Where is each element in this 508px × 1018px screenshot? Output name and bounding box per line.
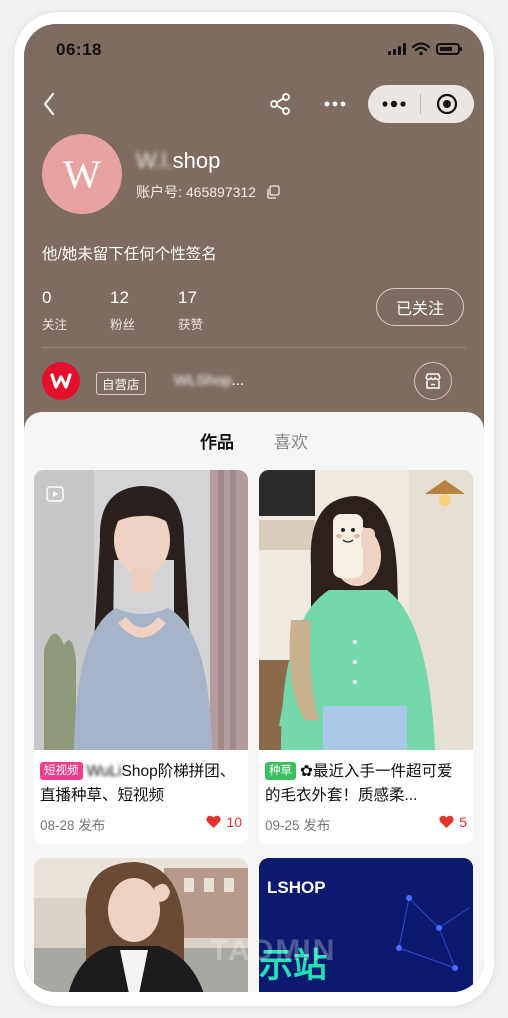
post-photo: [34, 858, 248, 992]
more-icon[interactable]: [322, 94, 348, 114]
post-card[interactable]: [34, 858, 248, 992]
post-photo: [259, 470, 473, 750]
account-label: 账户号:: [136, 184, 182, 200]
heart-icon: [439, 815, 454, 828]
post-meta: 08-28 发布 10: [34, 808, 248, 844]
watermark: TADMIN: [210, 934, 337, 967]
post-tag: 短视频: [40, 762, 83, 780]
copy-icon[interactable]: [266, 185, 280, 199]
stat-fans[interactable]: 12 粉丝: [110, 288, 135, 333]
capsule-more-button[interactable]: [368, 85, 420, 123]
tab-likes[interactable]: 喜欢: [274, 428, 308, 453]
capsule-close-button[interactable]: [421, 85, 473, 123]
post-title-blurred: WuLi: [86, 763, 122, 780]
post-date: 09-25 发布: [265, 818, 331, 833]
heart-icon: [206, 815, 222, 828]
status-icons: [388, 42, 462, 56]
capsule-close-icon: [436, 93, 458, 115]
follow-button[interactable]: 已关注: [376, 288, 464, 326]
stat-following-label: 关注: [42, 318, 68, 332]
bio: 他/她未留下任何个性签名: [42, 246, 217, 263]
account-id: 465897312: [185, 184, 256, 200]
shop-logo-mark: [50, 373, 72, 389]
tab-bar: 作品 喜欢: [24, 428, 484, 452]
avatar[interactable]: W: [42, 134, 122, 214]
post-tag: 种草: [265, 762, 296, 780]
shop-logo[interactable]: [42, 362, 80, 400]
post-caption: 短视频 WuLiShop阶梯拼团、直播种草、短视频: [34, 750, 248, 808]
post-meta: 09-25 发布 5: [259, 808, 473, 844]
stat-fans-label: 粉丝: [110, 318, 136, 332]
banner-text: LSHOP: [267, 878, 326, 897]
account-row: 账户号: 465897312: [136, 182, 280, 202]
stat-fans-value: 12: [110, 288, 129, 307]
username-text: shop: [172, 148, 221, 173]
shop-badge: 自营店: [96, 372, 146, 395]
screen: 06:18 W W.l.shop 账户号: 465897312 他/她未留下任何…: [24, 24, 484, 992]
wifi-icon: [412, 42, 430, 56]
post-date: 08-28 发布: [40, 818, 106, 833]
shop-name[interactable]: WLShop...: [174, 372, 244, 389]
tab-works[interactable]: 作品: [200, 428, 234, 453]
share-icon[interactable]: [268, 92, 292, 116]
username: W.l.shop: [136, 148, 220, 174]
post-thumbnail: [259, 470, 473, 750]
post-like-count: 10: [226, 814, 242, 830]
post-caption: 种草 ✿最近入手一件超可爱的毛衣外套！质感柔...: [259, 750, 473, 808]
shop-name-blurred: WLShop: [174, 372, 232, 389]
store-icon: [425, 373, 441, 389]
video-icon: [46, 486, 64, 502]
stat-likes[interactable]: 17 获赞: [178, 288, 203, 333]
divider: [42, 347, 466, 348]
post-like-button[interactable]: 5: [439, 814, 467, 830]
post-like-count: 5: [459, 814, 467, 830]
status-time: 06:18: [56, 40, 102, 59]
post-card[interactable]: 短视频 WuLiShop阶梯拼团、直播种草、短视频 08-28 发布 10: [34, 470, 248, 844]
post-photo: [34, 470, 248, 750]
stat-likes-label: 获赞: [178, 318, 204, 332]
post-thumbnail: [34, 470, 248, 750]
username-blurred: W.l.: [136, 148, 173, 173]
content-panel: 作品 喜欢 短视频 WuLiShop阶梯拼团、直播种草、短视频 08-28 发布…: [24, 412, 484, 992]
post-card[interactable]: 种草 ✿最近入手一件超可爱的毛衣外套！质感柔... 09-25 发布 5: [259, 470, 473, 844]
stat-likes-value: 17: [178, 288, 197, 307]
shop-name-ellipsis: ...: [231, 372, 245, 389]
stat-following-value: 0: [42, 288, 52, 307]
store-button[interactable]: [414, 362, 452, 400]
capsule-more-icon: [382, 100, 406, 108]
battery-icon: [436, 43, 462, 55]
stat-following[interactable]: 0 关注: [42, 288, 67, 333]
post-like-button[interactable]: 10: [206, 814, 242, 830]
post-card[interactable]: LSHOP 示站: [259, 858, 473, 992]
miniprogram-capsule: [368, 85, 474, 123]
signal-icon: [388, 43, 406, 55]
back-icon[interactable]: [38, 90, 62, 118]
